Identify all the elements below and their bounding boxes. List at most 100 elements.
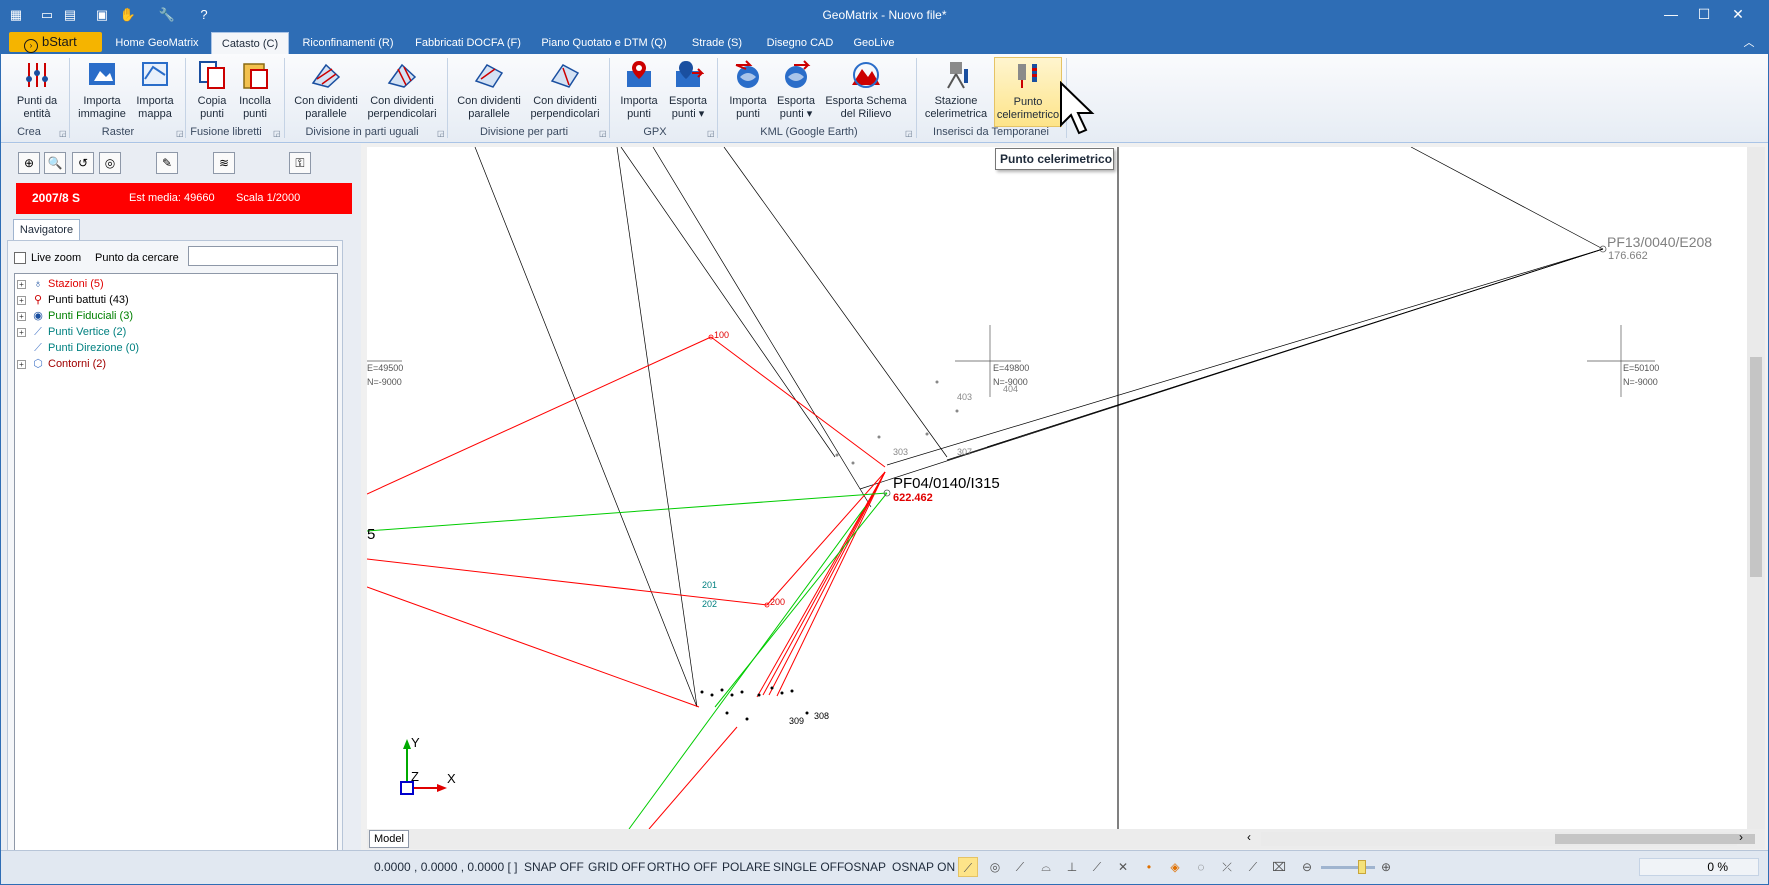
polare-toggle[interactable]: POLARE xyxy=(722,858,771,876)
expand-icon[interactable]: + xyxy=(17,296,26,305)
fiducial-icon: ◉ xyxy=(33,310,43,322)
tab-geolive[interactable]: GeoLive xyxy=(849,32,899,54)
live-zoom-checkbox[interactable] xyxy=(14,252,26,264)
gpx-esporta-punti-button[interactable]: Esporta punti ▾ xyxy=(665,57,711,127)
zoom-previous-icon[interactable]: ↺ xyxy=(72,152,94,174)
tree-node-punti-battuti[interactable]: + ⚲ Punti battuti (43) xyxy=(17,293,129,308)
zoom-window-icon[interactable]: ⊕ xyxy=(18,152,40,174)
pencil-icon[interactable]: ✎ xyxy=(156,152,178,174)
import-image-icon xyxy=(89,63,115,85)
tab-navigatore[interactable]: Navigatore xyxy=(13,219,80,241)
bstart-button[interactable]: › bStart xyxy=(9,32,102,53)
search-point-input[interactable] xyxy=(188,246,338,266)
label-p308: 308 xyxy=(814,711,829,721)
osnap-toggle[interactable]: OSNAP xyxy=(844,858,886,876)
scroll-right-icon[interactable]: › xyxy=(1739,830,1753,844)
importa-mappa-button[interactable]: Importa mappa xyxy=(131,57,179,127)
group-gpx-launcher-icon[interactable]: ◲ xyxy=(707,129,715,138)
tree-node-punti-fiduciali[interactable]: + ◉ Punti Fiduciali (3) xyxy=(17,309,133,324)
snap-midpoint-icon[interactable]: ⟋ xyxy=(1010,857,1030,877)
tab-fabbricati-docfa[interactable]: Fabbricati DOCFA (F) xyxy=(410,32,526,54)
group-fusione-launcher-icon[interactable]: ◲ xyxy=(273,129,281,138)
snap-toggle[interactable]: SNAP OFF xyxy=(524,858,584,876)
key-icon[interactable]: ⚿ xyxy=(289,152,311,174)
zoom-in-icon[interactable]: 🔍 xyxy=(44,152,66,174)
snap-tangent-icon[interactable]: ⟋ xyxy=(1087,857,1107,877)
punto-celerimetrico-button[interactable]: Punto celerimetrico xyxy=(994,57,1062,127)
snap-insertion-icon[interactable]: ◌ xyxy=(1191,857,1211,877)
group-kml: KML (Google Earth) xyxy=(760,126,858,138)
tree-node-punti-direzione[interactable]: ⟋ Punti Direzione (0) xyxy=(17,341,139,356)
green-fiducial-lines xyxy=(366,492,888,830)
dividenti-perpendicolari-button[interactable]: Con dividenti perpendicolari xyxy=(366,57,438,127)
zoom-slider-track[interactable] xyxy=(1321,866,1375,869)
kml-esporta-punti-button[interactable]: Esporta punti ▾ xyxy=(773,57,819,127)
parti-dividenti-perpendicolari-label: Con dividenti perpendicolari xyxy=(530,95,600,120)
minimize-button[interactable]: — xyxy=(1656,4,1686,24)
mouse-pointer-icon xyxy=(1060,81,1095,135)
expand-icon[interactable]: + xyxy=(17,328,26,337)
copia-punti-button[interactable]: Copia punti xyxy=(193,57,231,127)
tab-catasto[interactable]: Catasto (C) xyxy=(211,32,289,54)
layers-icon[interactable]: ≋ xyxy=(213,152,235,174)
tab-riconfinamenti[interactable]: Riconfinamenti (R) xyxy=(295,32,401,54)
zoom-in-status-icon[interactable]: ⊕ xyxy=(1376,857,1396,877)
horizontal-scrollbar[interactable] xyxy=(1261,832,1755,846)
tree-node-stazioni[interactable]: + ♁ Stazioni (5) xyxy=(17,277,104,292)
snap-nearest-icon[interactable]: ⌓ xyxy=(1036,857,1056,877)
group-kml-launcher-icon[interactable]: ◲ xyxy=(905,129,913,138)
group-divisione-parti-launcher-icon[interactable]: ◲ xyxy=(599,129,607,138)
ortho-toggle[interactable]: ORTHO OFF xyxy=(647,858,717,876)
parti-dividenti-parallele-button[interactable]: Con dividenti parallele xyxy=(454,57,524,127)
tab-strade[interactable]: Strade (S) xyxy=(685,32,749,54)
snap-apparent-icon[interactable]: ⟋ xyxy=(1243,857,1263,877)
kml-importa-punti-button[interactable]: Importa punti xyxy=(724,57,772,127)
tree-node-punti-vertice[interactable]: + ⟋ Punti Vertice (2) xyxy=(17,325,126,340)
dividenti-parallele-button[interactable]: Con dividenti parallele xyxy=(291,57,361,127)
label-p309: 309 xyxy=(789,716,804,726)
station-icon: ♁ xyxy=(33,278,43,290)
parti-dividenti-perpendicolari-button[interactable]: Con dividenti perpendicolari xyxy=(529,57,601,127)
horizontal-scroll-thumb[interactable] xyxy=(1555,834,1755,844)
tab-model[interactable]: Model xyxy=(369,830,409,848)
tab-home-geomatrix[interactable]: Home GeoMatrix xyxy=(109,32,205,54)
snap-endpoint-icon[interactable]: ⟋ xyxy=(958,857,978,877)
zoom-out-icon[interactable]: ⊖ xyxy=(1297,857,1317,877)
expand-icon[interactable]: + xyxy=(17,280,26,289)
snap-intersection-icon[interactable]: ✕ xyxy=(1113,857,1133,877)
vertical-scroll-thumb[interactable] xyxy=(1750,357,1762,577)
drawing-canvas[interactable]: PF13/0040/E208 176.662 PF04/0140/I315 62… xyxy=(366,146,1747,830)
snap-center-icon[interactable]: ◎ xyxy=(985,857,1005,877)
scroll-left-icon[interactable]: ‹ xyxy=(1247,830,1261,844)
group-raster-launcher-icon[interactable]: ◲ xyxy=(176,129,184,138)
snap-perpendicular-icon[interactable]: ⊥ xyxy=(1062,857,1082,877)
snap-clear-icon[interactable]: ⌧ xyxy=(1269,857,1289,877)
snap-quadrant-icon[interactable]: ◈ xyxy=(1165,857,1185,877)
tab-disegno-cad[interactable]: Disegno CAD xyxy=(763,32,837,54)
tab-piano-quotato[interactable]: Piano Quotato e DTM (Q) xyxy=(538,32,670,54)
gpx-importa-punti-button[interactable]: Importa punti xyxy=(615,57,663,127)
snap-node-icon[interactable]: • xyxy=(1139,857,1159,877)
zoom-extents-icon[interactable]: ◎ xyxy=(99,152,121,174)
search-label: Punto da cercare xyxy=(95,252,179,264)
incolla-punti-button[interactable]: Incolla punti xyxy=(235,57,275,127)
close-button[interactable]: ✕ xyxy=(1723,4,1753,24)
zoom-slider-thumb[interactable] xyxy=(1358,860,1366,874)
stazione-celerimetrica-button[interactable]: Stazione celerimetrica xyxy=(923,57,989,127)
expand-icon[interactable]: + xyxy=(17,312,26,321)
grid-toggle[interactable]: GRID OFF xyxy=(588,858,645,876)
expand-icon[interactable]: + xyxy=(17,360,26,369)
esporta-schema-rilievo-button[interactable]: Esporta Schema del Rilievo xyxy=(825,57,907,127)
snap-extension-icon[interactable]: ⤫ xyxy=(1217,857,1237,877)
collapse-ribbon-icon[interactable]: ︿ xyxy=(1739,32,1759,54)
vertical-scrollbar[interactable] xyxy=(1747,147,1765,829)
single-toggle[interactable]: SINGLE OFF xyxy=(773,858,844,876)
group-divisione-uguali-launcher-icon[interactable]: ◲ xyxy=(437,129,445,138)
punti-da-entita-button[interactable]: Punti da entità xyxy=(11,57,63,127)
osnap-on-toggle[interactable]: OSNAP ON xyxy=(892,858,955,876)
tree-node-contorni[interactable]: + ⬡ Contorni (2) xyxy=(17,357,106,372)
group-divisione-uguali: Divisione in parti uguali xyxy=(305,126,419,138)
maximize-button[interactable]: ☐ xyxy=(1689,4,1719,24)
group-crea-launcher-icon[interactable]: ◲ xyxy=(59,129,67,138)
importa-immagine-button[interactable]: Importa immagine xyxy=(76,57,128,127)
